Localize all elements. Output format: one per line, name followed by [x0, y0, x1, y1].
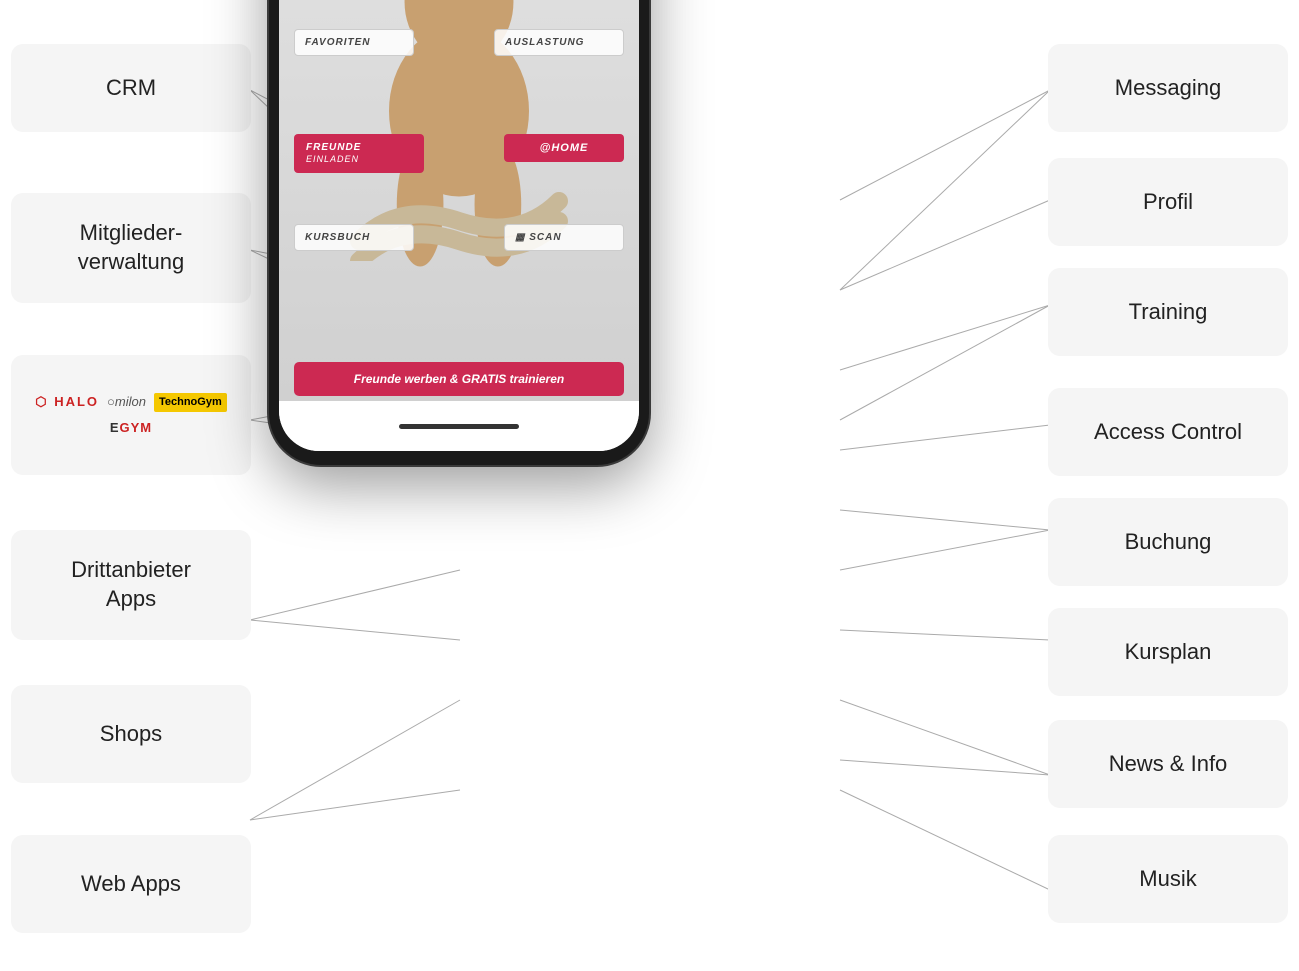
- home-button[interactable]: @HOME: [504, 134, 624, 162]
- profil-label: Profil: [1143, 188, 1193, 217]
- egym-logo: EGYM: [110, 420, 152, 437]
- auslastung-btn-label: AUSLASTUNG: [505, 37, 584, 48]
- mitglieder-box: Mitglieder- verwaltung: [11, 193, 251, 303]
- buchung-box: Buchung: [1048, 498, 1288, 586]
- training-label: Training: [1129, 298, 1208, 327]
- access-control-box: Access Control: [1048, 388, 1288, 476]
- training-box: Training: [1048, 268, 1288, 356]
- freunde-button[interactable]: FREUNDE EINLADEN: [294, 134, 424, 173]
- freunde-line1: FREUNDE: [306, 142, 412, 153]
- favoriten-button[interactable]: FAVORITEN: [294, 29, 414, 56]
- phone-screen: ☰ skyGYM ⊟: [279, 0, 639, 451]
- access-control-label: Access Control: [1094, 418, 1242, 447]
- hero-area: [279, 0, 639, 401]
- home-btn-label: @HOME: [540, 142, 589, 154]
- shops-box: Shops: [11, 685, 251, 783]
- phone-device: ☰ skyGYM ⊟: [269, 0, 649, 465]
- kursbuch-button[interactable]: KURSBUCH: [294, 224, 414, 251]
- webapps-label: Web Apps: [81, 870, 181, 899]
- news-info-label: News & Info: [1109, 750, 1228, 779]
- drittanbieter-apps-box: Drittanbieter Apps: [11, 530, 251, 640]
- kursplan-label: Kursplan: [1125, 638, 1212, 667]
- auslastung-button[interactable]: AUSLASTUNG: [494, 29, 624, 56]
- promo-label: Freunde werben & GRATIS trainieren: [354, 372, 564, 386]
- musik-label: Musik: [1139, 865, 1196, 894]
- profil-box: Profil: [1048, 158, 1288, 246]
- technogym-logo: TechnoGym: [154, 393, 227, 411]
- news-info-box: News & Info: [1048, 720, 1288, 808]
- kursplan-box: Kursplan: [1048, 608, 1288, 696]
- scan-button[interactable]: ▦ SCAN: [504, 224, 624, 251]
- scan-btn-label: ▦ SCAN: [515, 232, 562, 243]
- milon-logo: ○milon: [107, 394, 146, 411]
- webapps-box: Web Apps: [11, 835, 251, 933]
- kursbuch-btn-label: KURSBUCH: [305, 232, 370, 243]
- home-bar-area: [279, 401, 639, 451]
- home-indicator: [399, 424, 519, 429]
- promo-banner[interactable]: Freunde werben & GRATIS trainieren: [294, 362, 624, 396]
- drittanbieter-label: Drittanbieter Apps: [71, 556, 191, 613]
- musik-box: Musik: [1048, 835, 1288, 923]
- crm-box: CRM: [11, 44, 251, 132]
- messaging-box: Messaging: [1048, 44, 1288, 132]
- mitglieder-label: Mitglieder- verwaltung: [78, 219, 184, 276]
- shops-label: Shops: [100, 720, 162, 749]
- phone-content: SKY🏋GYM KURSPLAN NEWS KURSE (·) LIVE FAV…: [279, 0, 639, 451]
- messaging-label: Messaging: [1115, 74, 1221, 103]
- favoriten-btn-label: FAVORITEN: [305, 37, 370, 48]
- drittanbieter-box: ⬡ HALO ○milon TechnoGym EGYM: [11, 355, 251, 475]
- buchung-label: Buchung: [1125, 528, 1212, 557]
- crm-label: CRM: [106, 74, 156, 103]
- freunde-line2: EINLADEN: [306, 154, 359, 164]
- halo-logo: ⬡ HALO: [35, 394, 99, 411]
